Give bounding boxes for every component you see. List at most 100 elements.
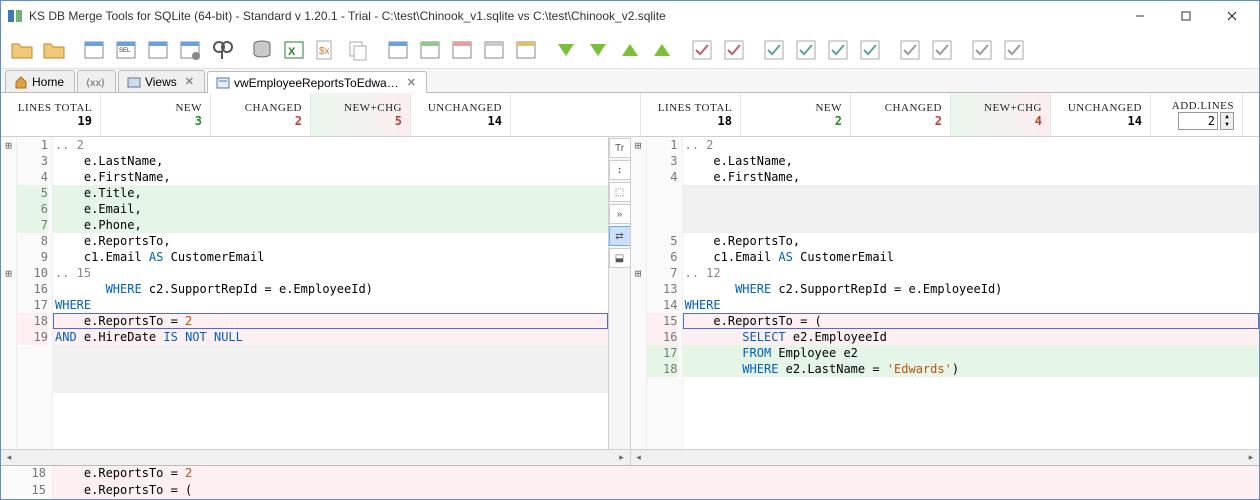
- right-new[interactable]: NEW2: [741, 93, 851, 136]
- code-line[interactable]: e.FirstName,: [683, 169, 1260, 185]
- check10-icon[interactable]: [999, 35, 1029, 65]
- code-line[interactable]: e.FirstName,: [53, 169, 608, 185]
- code-line[interactable]: WHERE: [53, 297, 608, 313]
- grid1-icon[interactable]: [383, 35, 413, 65]
- check4-icon[interactable]: [791, 35, 821, 65]
- left-changed[interactable]: CHANGED2: [211, 93, 311, 136]
- code-line[interactable]: FROM Employee e2: [683, 345, 1260, 361]
- sync-down-icon[interactable]: [551, 35, 581, 65]
- code-line[interactable]: SELECT e2.EmployeeId: [683, 329, 1260, 345]
- code-line[interactable]: .. 2: [683, 137, 1260, 153]
- right-code[interactable]: .. 2 e.LastName, e.FirstName, e.ReportsT…: [683, 137, 1260, 449]
- export-script-icon[interactable]: $x: [311, 35, 341, 65]
- grid3-icon[interactable]: [447, 35, 477, 65]
- code-line[interactable]: [53, 377, 608, 393]
- code-line[interactable]: [53, 361, 608, 377]
- code-line[interactable]: AND e.HireDate IS NOT NULL: [53, 329, 608, 345]
- code-line[interactable]: e.LastName,: [53, 153, 608, 169]
- code-line[interactable]: e.ReportsTo,: [683, 233, 1260, 249]
- code-line[interactable]: .. 15: [53, 265, 608, 281]
- check2-icon[interactable]: [719, 35, 749, 65]
- code-line[interactable]: .. 2: [53, 137, 608, 153]
- tab-2[interactable]: Views ✕: [118, 70, 205, 92]
- tab-icon: [216, 76, 230, 90]
- compare-data-icon[interactable]: [143, 35, 173, 65]
- svg-text:X: X: [288, 46, 296, 58]
- find-icon[interactable]: [207, 35, 237, 65]
- gutter-btn-3[interactable]: »: [609, 204, 630, 224]
- tab-close-icon[interactable]: ✕: [185, 75, 194, 88]
- add-lines-input[interactable]: [1178, 112, 1218, 130]
- check8-icon[interactable]: [927, 35, 957, 65]
- sync-up-icon[interactable]: [615, 35, 645, 65]
- code-line[interactable]: [683, 185, 1260, 201]
- code-line[interactable]: .. 12: [683, 265, 1260, 281]
- gutter-btn-1[interactable]: ↕: [609, 160, 630, 180]
- check5-icon[interactable]: [823, 35, 853, 65]
- code-line[interactable]: e.ReportsTo = 2: [53, 313, 608, 329]
- open-db1-icon[interactable]: [7, 35, 37, 65]
- check7-icon[interactable]: [895, 35, 925, 65]
- open-db2-icon[interactable]: [39, 35, 69, 65]
- code-line[interactable]: [683, 217, 1260, 233]
- code-line[interactable]: e.Email,: [53, 201, 608, 217]
- title-bar: KS DB Merge Tools for SQLite (64-bit) - …: [1, 1, 1259, 31]
- minimize-button[interactable]: [1117, 2, 1163, 30]
- check1-icon[interactable]: [687, 35, 717, 65]
- grid2-icon[interactable]: [415, 35, 445, 65]
- code-line[interactable]: [683, 201, 1260, 217]
- left-new[interactable]: NEW3: [101, 93, 211, 136]
- export-excel-icon[interactable]: X: [279, 35, 309, 65]
- code-line[interactable]: [53, 345, 608, 361]
- left-new-chg[interactable]: NEW+CHG5: [311, 93, 411, 136]
- code-line[interactable]: e.ReportsTo = (: [683, 313, 1260, 329]
- gutter-btn-2[interactable]: ⬚: [609, 182, 630, 202]
- right-changed[interactable]: CHANGED2: [851, 93, 951, 136]
- code-line[interactable]: [683, 377, 1260, 393]
- tab-3[interactable]: vwEmployeeReportsToEdwa… ✕: [207, 71, 427, 93]
- sync-down2-icon[interactable]: [583, 35, 613, 65]
- horizontal-scrollbar[interactable]: ◂▸ ◂▸: [1, 449, 1259, 465]
- left-fold-column[interactable]: ⊞⊞: [1, 137, 17, 449]
- code-line[interactable]: WHERE e2.LastName = 'Edwards'): [683, 361, 1260, 377]
- check6-icon[interactable]: [855, 35, 885, 65]
- check9-icon[interactable]: [967, 35, 997, 65]
- window-title: KS DB Merge Tools for SQLite (64-bit) - …: [29, 9, 1117, 23]
- code-line[interactable]: c1.Email AS CustomerEmail: [53, 249, 608, 265]
- svg-text:$x: $x: [319, 46, 330, 57]
- tab-0[interactable]: Home: [5, 70, 75, 92]
- grid5-icon[interactable]: [511, 35, 541, 65]
- code-line[interactable]: c1.Email AS CustomerEmail: [683, 249, 1260, 265]
- copy-icon[interactable]: [343, 35, 373, 65]
- tab-label: Views: [145, 75, 177, 89]
- right-fold-column[interactable]: ⊞⊞: [631, 137, 647, 449]
- bottom-diff-row: 18 e.ReportsTo = 2: [1, 466, 1259, 483]
- code-line[interactable]: e.Phone,: [53, 217, 608, 233]
- compare-settings-icon[interactable]: [175, 35, 205, 65]
- left-unchanged[interactable]: UNCHANGED14: [411, 93, 511, 136]
- compare-summary-icon[interactable]: [79, 35, 109, 65]
- close-button[interactable]: [1209, 2, 1255, 30]
- sync-up2-icon[interactable]: [647, 35, 677, 65]
- diff-main: ⊞⊞ 134567891016171819 .. 2 e.LastName, e…: [1, 137, 1259, 449]
- add-lines-spinner[interactable]: ▲▼: [1220, 112, 1234, 130]
- grid4-icon[interactable]: [479, 35, 509, 65]
- code-line[interactable]: e.LastName,: [683, 153, 1260, 169]
- tab-1[interactable]: ⟨xx⟩: [77, 70, 116, 92]
- code-line[interactable]: WHERE c2.SupportRepId = e.EmployeeId): [53, 281, 608, 297]
- right-new-chg[interactable]: NEW+CHG4: [951, 93, 1051, 136]
- code-line[interactable]: e.Title,: [53, 185, 608, 201]
- gutter-btn-0[interactable]: Tr: [609, 138, 630, 158]
- right-unchanged[interactable]: UNCHANGED14: [1051, 93, 1151, 136]
- gutter-btn-4[interactable]: ⇄: [609, 226, 630, 246]
- code-line[interactable]: WHERE: [683, 297, 1260, 313]
- code-line[interactable]: e.ReportsTo,: [53, 233, 608, 249]
- gutter-btn-5[interactable]: ⬓: [609, 248, 630, 268]
- check3-icon[interactable]: [759, 35, 789, 65]
- left-code[interactable]: .. 2 e.LastName, e.FirstName, e.Title, e…: [53, 137, 608, 449]
- code-line[interactable]: WHERE c2.SupportRepId = e.EmployeeId): [683, 281, 1260, 297]
- maximize-button[interactable]: [1163, 2, 1209, 30]
- refresh-db-icon[interactable]: [247, 35, 277, 65]
- tab-close-icon[interactable]: ✕: [407, 76, 416, 89]
- compare-select-icon[interactable]: SEL: [111, 35, 141, 65]
